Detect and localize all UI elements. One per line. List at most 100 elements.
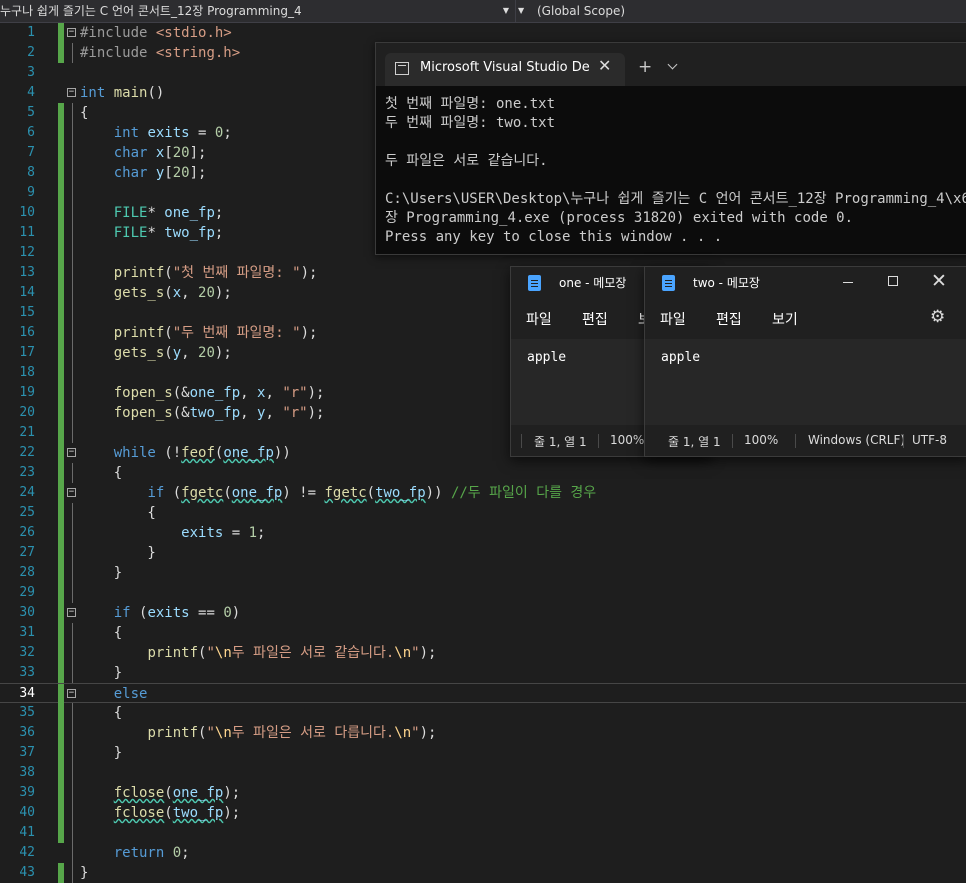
dropdown-arrow-icon[interactable]: ▼: [518, 0, 530, 22]
fold-guide: [72, 843, 73, 863]
code-line: 25 {: [0, 503, 966, 523]
console-line: C:\Users\USER\Desktop\누구나 쉽게 즐기는 C 언어 콘서…: [385, 191, 966, 207]
notepad-text-area[interactable]: apple: [645, 339, 966, 425]
fold-guide: [72, 283, 73, 303]
change-marker: [58, 663, 64, 683]
status-encoding: UTF-8: [912, 433, 947, 447]
fold-guide: [72, 503, 73, 523]
menu-file[interactable]: 파일: [526, 309, 552, 329]
change-marker: [58, 583, 64, 603]
maximize-icon[interactable]: [888, 276, 898, 286]
new-tab-icon[interactable]: +: [638, 57, 652, 77]
code-text: int exits = 0;: [113, 125, 232, 141]
change-marker: [58, 623, 64, 643]
code-text: FILE* one_fp;: [113, 205, 224, 221]
line-number: 26: [19, 525, 35, 540]
code-text: gets_s(y, 20);: [113, 345, 232, 361]
code-line: 31 {: [0, 623, 966, 643]
fold-collapse-icon[interactable]: −: [67, 488, 76, 497]
change-marker: [58, 823, 64, 843]
notepad-content: apple: [661, 350, 701, 365]
chevron-down-icon[interactable]: [667, 59, 678, 70]
change-marker: [58, 43, 64, 63]
menu-file[interactable]: 파일: [660, 309, 686, 329]
status-cursor-position: 줄 1, 열 1: [534, 435, 587, 449]
line-number: 12: [19, 245, 35, 260]
fold-guide: [72, 383, 73, 403]
notepad-icon: [662, 275, 675, 291]
console-line: ​: [385, 133, 966, 152]
line-number: 17: [19, 345, 35, 360]
line-number: 14: [19, 285, 35, 300]
change-marker: [58, 23, 64, 43]
fold-guide: [72, 823, 73, 843]
settings-gear-icon[interactable]: ⚙: [930, 307, 945, 327]
fold-guide: [72, 563, 73, 583]
line-number: 8: [27, 165, 35, 180]
line-number: 42: [19, 845, 35, 860]
change-marker: [58, 123, 64, 143]
fold-collapse-icon[interactable]: −: [67, 88, 76, 97]
close-icon[interactable]: ✕: [598, 56, 611, 75]
code-line: 39 fclose(one_fp);: [0, 783, 966, 803]
change-marker: [58, 483, 64, 503]
fold-collapse-icon[interactable]: −: [67, 689, 76, 698]
line-number: 39: [19, 785, 35, 800]
scope-dropdown[interactable]: (Global Scope): [537, 0, 957, 22]
change-marker: [58, 143, 64, 163]
fold-collapse-icon[interactable]: −: [67, 28, 76, 37]
change-marker: [58, 263, 64, 283]
close-icon[interactable]: ✕: [931, 270, 947, 292]
menu-edit[interactable]: 편집: [582, 309, 608, 329]
project-dropdown[interactable]: 누구나 쉽게 즐기는 C 언어 콘서트_12장 Programming_4 ▼: [0, 0, 516, 22]
line-number: 6: [27, 125, 35, 140]
code-text: return 0;: [113, 845, 190, 861]
fold-collapse-icon[interactable]: −: [67, 608, 76, 617]
notepad-titlebar[interactable]: two - 메모장 ✕: [645, 267, 966, 299]
fold-guide: [72, 263, 73, 283]
code-text: {: [80, 105, 89, 121]
status-divider: [598, 434, 599, 448]
status-divider: [521, 434, 522, 448]
code-text: {: [80, 505, 156, 521]
dropdown-arrow-icon[interactable]: ▼: [503, 0, 509, 22]
change-marker: [58, 684, 64, 704]
fold-guide: [72, 423, 73, 443]
fold-guide: [72, 243, 73, 263]
change-marker: [58, 743, 64, 763]
code-text: #include <string.h>: [80, 45, 241, 61]
change-marker: [58, 163, 64, 183]
code-text: }: [80, 565, 123, 581]
code-line: 41: [0, 823, 966, 843]
menu-view[interactable]: 보기: [772, 309, 798, 329]
change-marker: [58, 863, 64, 883]
debug-console-window[interactable]: Microsoft Visual Studio Debug Console ✕ …: [375, 42, 966, 255]
change-marker: [58, 803, 64, 823]
code-line: 35 {: [0, 703, 966, 723]
notepad-two-window[interactable]: two - 메모장 ✕ 파일 편집 보기 ⚙ apple 줄 1, 열 1 10…: [644, 266, 966, 457]
line-number: 15: [19, 305, 35, 320]
line-number: 7: [27, 145, 35, 160]
change-marker: [58, 203, 64, 223]
fold-guide: [72, 583, 73, 603]
change-marker: [58, 643, 64, 663]
line-number: 23: [19, 465, 35, 480]
code-text: }: [80, 745, 123, 761]
code-text: printf("\n두 파일은 서로 다릅니다.\n");: [147, 725, 437, 741]
code-line: 42 return 0;: [0, 843, 966, 863]
code-text: }: [80, 865, 89, 881]
console-tab[interactable]: Microsoft Visual Studio Debug Console ✕: [385, 53, 625, 86]
line-number: 3: [27, 65, 35, 80]
menu-edit[interactable]: 편집: [716, 309, 742, 329]
code-text: printf("\n두 파일은 서로 같습니다.\n");: [147, 645, 437, 661]
line-number: 5: [27, 105, 35, 120]
fold-guide: [72, 323, 73, 343]
change-marker: [58, 303, 64, 323]
fold-collapse-icon[interactable]: −: [67, 448, 76, 457]
line-number: 19: [19, 385, 35, 400]
console-line: 두 번째 파일명: two.txt: [385, 115, 555, 131]
code-text: gets_s(x, 20);: [113, 285, 232, 301]
fold-guide: [72, 103, 73, 123]
minimize-icon[interactable]: [843, 282, 853, 283]
project-name: 누구나 쉽게 즐기는 C 언어 콘서트_12장 Programming_4: [0, 4, 302, 18]
